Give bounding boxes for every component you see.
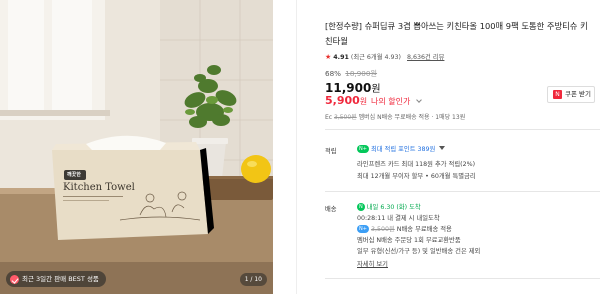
discount-row: 68% 18,900원 — [325, 69, 377, 79]
ship-summary-rest: 멤버십 N배송 무료배송 적용 · 1매당 13원 — [358, 114, 466, 121]
shipping-fee-strike: 3,500원 — [370, 226, 395, 233]
info-icon: ) — [398, 54, 401, 61]
coupon-download-button[interactable]: N 쿠폰 받기 — [547, 86, 595, 103]
box-line — [63, 200, 109, 201]
product-info-panel: [한정수량] 슈퍼딥큐 3겹 뽑아쓰는 키친타올 100매 9팩 도톰한 주방티… — [325, 0, 600, 294]
coupon-icon: N — [553, 90, 562, 99]
box-product-label: Kitchen Towel — [63, 182, 135, 193]
box-line — [63, 196, 123, 197]
box-brand-label: 깨끗한 — [67, 172, 81, 178]
sale-price-value: 11,900 — [325, 81, 372, 95]
star-icon: ★ — [325, 53, 332, 61]
best-seller-badge: 최근 3일간 판매 BEST 성품 — [6, 271, 106, 287]
naver-delivery-badge: N — [357, 203, 365, 211]
shipping-line-5: 일부 유형(신선/가구 등) 및 일반배송 건은 제외 — [357, 248, 481, 255]
sale-price: 11,900원 — [325, 80, 381, 95]
naver-plus-badge: N+ — [357, 145, 369, 153]
caret-down-icon[interactable] — [439, 146, 446, 150]
chevron-down-icon — [416, 97, 423, 103]
shipping-line-3: N+ 3,500원 N배송 무료배송 적용 — [357, 225, 452, 235]
rating-recent: (최근 6개월 4.93) — [350, 54, 401, 61]
ship-summary-strike: 3,500원 — [334, 114, 357, 121]
shipping-line-4: 멤버십 N배송 주문당 1회 무료교환반품 — [357, 237, 461, 244]
shipping-line-1: N 내일 6.30 (화) 도착 — [357, 203, 421, 213]
shipping-line-2: 00:28:11 내 결제 시 내일도착 — [357, 215, 440, 222]
points-line-1: N+ 최대 적립 포인트 389원 — [357, 145, 446, 155]
free-shipping-text: N배송 무료배송 적용 — [396, 226, 452, 233]
rating-row: ★ 4.91 (최근 6개월 4.93) 8,636건 리뷰 — [325, 52, 444, 61]
max-points-text: 최대 적립 포인트 — [370, 146, 416, 153]
points-line-3: 최대 12개월 무이자 할부 • 60개월 특별금리 — [357, 173, 476, 180]
ship-summary-prefix: Ec — [325, 114, 333, 121]
my-price-value: 5,900 — [325, 94, 360, 107]
check-badge-icon — [10, 274, 19, 284]
points-line-2: 라인프렌즈 카드 최대 118원 추가 적립(2%) — [357, 161, 476, 168]
product-photo-illustration — [0, 0, 273, 294]
coupon-button-label: 쿠폰 받기 — [565, 90, 591, 98]
product-image[interactable]: 깨끗한 Kitchen Towel 최근 3일간 판매 BEST 성품 1 / … — [0, 0, 273, 294]
section-divider — [325, 278, 600, 279]
column-divider — [296, 0, 297, 294]
points-label: 적립 — [325, 148, 337, 155]
shipping-label: 배송 — [325, 206, 337, 213]
original-price: 18,900원 — [345, 69, 378, 78]
my-discount-price[interactable]: 5,900원 나의 할인가 — [325, 94, 423, 107]
rating-score: 4.91 — [333, 54, 349, 61]
product-title: [한정수량] 슈퍼딥큐 3겹 뽑아쓰는 키친타올 100매 9팩 도톰한 주방티… — [325, 21, 588, 46]
max-points-value: 389원 — [417, 146, 436, 153]
discount-percent: 68% — [325, 69, 341, 78]
image-page-indicator: 1 / 10 — [239, 273, 267, 286]
shipping-summary: Ec 3,500원 멤버십 N배송 무료배송 적용 · 1매당 13원 — [325, 112, 465, 121]
membership-badge: N+ — [357, 225, 369, 233]
arrival-date: 내일 6.30 (화) 도착 — [366, 204, 421, 211]
my-price-unit: 원 — [359, 97, 368, 106]
shipping-details-link[interactable]: 자세히 보기 — [357, 260, 388, 270]
best-seller-text: 최근 3일간 판매 BEST 성품 — [22, 275, 99, 283]
section-divider — [325, 191, 600, 192]
my-price-label: 나의 할인가 — [371, 97, 411, 106]
review-count-link[interactable]: 8,636건 리뷰 — [407, 54, 444, 61]
section-divider — [325, 129, 600, 130]
